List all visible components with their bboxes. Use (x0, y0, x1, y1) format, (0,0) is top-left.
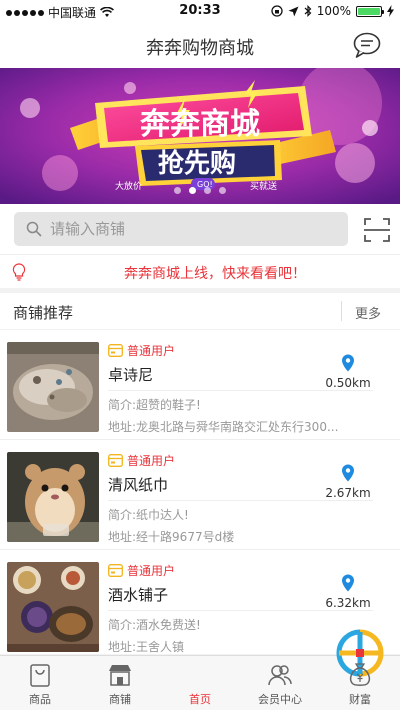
notice-bar[interactable]: 奔奔商城上线，快来看看吧！ (0, 254, 400, 288)
banner-dot[interactable] (219, 187, 226, 194)
tab-label: 商铺 (109, 693, 131, 706)
shop-address: 地址:龙奥北路与舜华南路交汇处东行300... (108, 420, 339, 434)
badge-label: 普通用户 (127, 344, 176, 358)
tab-products[interactable]: 商品 (0, 656, 80, 710)
app-screen: 中国联通 20:33 100% 奔奔购物商城 奔奔商城 抢先购 大放价 GO! … (0, 0, 400, 710)
section-header: 商铺推荐 更多 (0, 293, 400, 329)
location-pin-icon (342, 354, 354, 372)
shop-thumbnail-food (7, 562, 99, 652)
battery-percent: 100% (316, 4, 351, 18)
money-bag-icon (349, 663, 371, 686)
banner-artwork: 奔奔商城 抢先购 大放价 GO! 买就送 (0, 68, 400, 204)
tab-wealth[interactable]: 财富 (320, 656, 400, 710)
shop-intro: 简介:纸巾达人! (108, 508, 189, 522)
tab-label: 首页 (189, 693, 211, 706)
tab-bar: 商品 商铺 首页 会员中心 财富 (0, 629, 400, 710)
battery-icon (356, 5, 384, 17)
banner-dot[interactable] (174, 187, 181, 194)
chat-bubble-icon[interactable] (352, 31, 382, 59)
user-badge: 普通用户 (108, 562, 175, 579)
shop-thumbnail-hamster (7, 452, 99, 542)
banner-pager[interactable] (0, 187, 400, 194)
shop-name: 酒水铺子 (108, 586, 169, 604)
location-arrow-icon (288, 6, 299, 16)
shop-distance: 2.67km (325, 486, 371, 500)
banner-dot[interactable] (189, 187, 196, 194)
lightbulb-icon (12, 263, 26, 281)
member-card-icon (108, 454, 123, 467)
store-icon (109, 665, 131, 686)
section-title: 商铺推荐 (13, 304, 74, 322)
shop-list: 普通用户 卓诗尼 简介:超赞的鞋子! 地址:龙奥北路与舜华南路交汇处东行300.… (0, 330, 400, 654)
tab-members[interactable]: 会员中心 (240, 656, 320, 710)
shop-thumbnail-shoes (7, 342, 99, 432)
battery-fill (358, 7, 380, 15)
notice-text: 奔奔商城上线，快来看看吧！ (124, 266, 306, 282)
shop-row[interactable]: 普通用户 清风纸巾 简介:纸巾达人! 地址:经十路9677号d楼 2.67km (0, 440, 400, 550)
shop-name: 清风纸巾 (108, 476, 169, 494)
status-right: 100% (271, 4, 394, 18)
search-row (0, 204, 400, 254)
row-divider (108, 610, 373, 611)
location-pin-icon (342, 574, 354, 592)
member-card-icon (108, 344, 123, 357)
tab-stores[interactable]: 商铺 (80, 656, 160, 710)
bluetooth-icon (304, 5, 312, 17)
scan-icon[interactable] (363, 216, 391, 244)
search-input[interactable] (50, 212, 340, 246)
row-divider (108, 500, 373, 501)
shop-row[interactable]: 普通用户 卓诗尼 简介:超赞的鞋子! 地址:龙奥北路与舜华南路交汇处东行300.… (0, 330, 400, 440)
shop-distance: 6.32km (325, 596, 371, 610)
user-badge: 普通用户 (108, 342, 175, 359)
banner-subline: 抢先购 (158, 148, 236, 179)
shop-distance: 0.50km (325, 376, 371, 390)
user-badge: 普通用户 (108, 452, 175, 469)
shop-name: 卓诗尼 (108, 366, 154, 384)
location-pin-icon (342, 464, 354, 482)
page-title: 奔奔购物商城 (146, 38, 254, 59)
bag-icon (30, 664, 50, 687)
badge-label: 普通用户 (127, 564, 176, 578)
promo-banner[interactable]: 奔奔商城 抢先购 大放价 GO! 买就送 (0, 68, 400, 204)
section-divider (341, 301, 342, 321)
banner-dot[interactable] (204, 187, 211, 194)
status-bar: 中国联通 20:33 100% (0, 0, 400, 22)
shop-intro: 简介:超赞的鞋子! (108, 398, 201, 412)
charging-icon (387, 5, 394, 17)
search-icon (26, 221, 42, 237)
search-box[interactable] (14, 212, 348, 246)
more-link[interactable]: 更多 (355, 303, 381, 322)
row-divider (108, 390, 373, 391)
banner-headline: 奔奔商城 (140, 107, 260, 142)
members-icon (268, 665, 292, 686)
tab-home[interactable]: 首页 (160, 629, 384, 710)
shop-address: 地址:经十路9677号d楼 (108, 530, 235, 544)
shop-intro: 简介:酒水免费送! (108, 618, 201, 632)
badge-label: 普通用户 (127, 454, 176, 468)
tab-label: 会员中心 (258, 693, 302, 706)
rotation-lock-icon (271, 5, 283, 17)
tab-label: 商品 (29, 693, 51, 706)
nav-bar: 奔奔购物商城 (0, 22, 400, 68)
tab-label: 财富 (349, 693, 371, 706)
member-card-icon (108, 564, 123, 577)
